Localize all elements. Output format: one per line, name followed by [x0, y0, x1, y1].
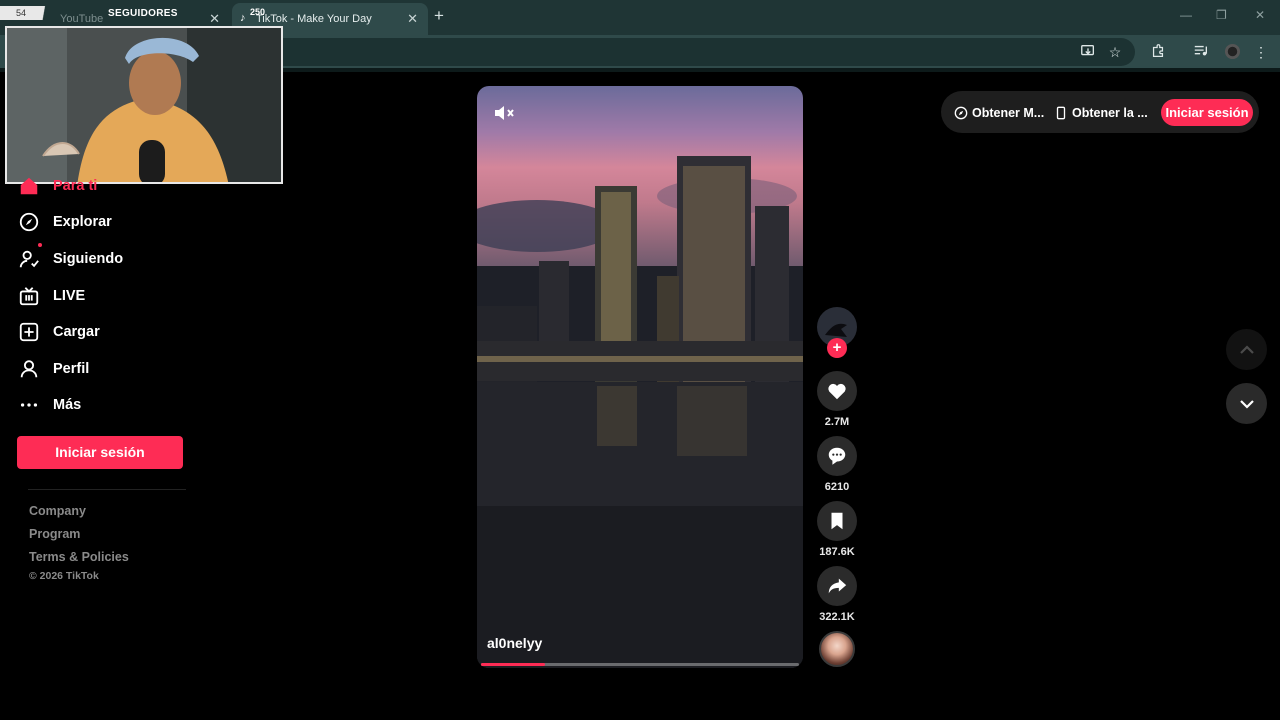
new-tab-button[interactable]: + — [434, 6, 452, 28]
chevron-down-icon — [1239, 399, 1254, 409]
get-mobile-app-link[interactable]: Obtener la ... — [1054, 104, 1148, 122]
live-icon — [19, 287, 39, 306]
tiktok-favicon-icon: ♪ — [240, 12, 246, 24]
followers-count: 250 — [250, 7, 266, 17]
copyright-text: © 2026 TikTok — [29, 570, 99, 582]
sidebar-login-button[interactable]: Iniciar sesión — [17, 436, 183, 469]
sidebar-item-label: Siguiendo — [53, 251, 124, 267]
share-icon — [828, 578, 847, 594]
sidebar-item-siguiendo[interactable]: Siguiendo — [18, 243, 124, 273]
extensions-icon[interactable] — [1149, 43, 1167, 61]
share-button[interactable] — [817, 566, 857, 606]
upload-icon — [19, 322, 39, 342]
comment-count: 6210 — [824, 481, 850, 493]
browser-menu-icon[interactable]: ⋮ — [1252, 43, 1270, 61]
save-button[interactable] — [817, 501, 857, 541]
get-app-link[interactable]: Obtener M... — [954, 104, 1044, 122]
comment-button[interactable] — [817, 436, 857, 476]
footer-link-terms[interactable]: Terms & Policies — [29, 550, 129, 564]
music-disc[interactable] — [819, 631, 855, 667]
share-count: 322.1K — [819, 611, 855, 623]
tab-tiktok-title: TikTok - Make Your Day — [256, 13, 372, 25]
follow-button[interactable]: + — [827, 338, 847, 358]
stream-overlay-bar: 54 SEGUIDORES — [0, 4, 178, 22]
install-app-icon[interactable] — [1079, 43, 1097, 61]
address-bar[interactable] — [250, 38, 1135, 66]
next-video-button[interactable] — [1226, 383, 1267, 424]
video-progress-bar[interactable] — [481, 663, 799, 666]
home-icon — [20, 177, 38, 195]
sidebar-item-mas[interactable]: Más — [18, 391, 81, 419]
sidebar-item-cargar[interactable]: Cargar — [18, 318, 100, 346]
sidebar-item-label: Más — [53, 397, 82, 413]
video-progress-fill — [481, 663, 545, 666]
sidebar-item-perfil[interactable]: Perfil — [18, 355, 89, 383]
restore-icon[interactable]: ❐ — [1216, 8, 1227, 22]
minimize-icon[interactable]: — — [1180, 8, 1192, 22]
compass-small-icon — [954, 106, 968, 120]
get-app-label: Obtener M... — [972, 106, 1045, 120]
like-count: 2.7M — [824, 416, 850, 428]
video-player[interactable] — [477, 86, 803, 668]
sidebar-item-label: Para ti — [53, 178, 98, 194]
top-login-button[interactable]: Iniciar sesión — [1161, 99, 1253, 126]
sidebar-item-label: Explorar — [53, 214, 112, 230]
mute-icon[interactable] — [492, 102, 516, 124]
sidebar-item-label: LIVE — [53, 288, 86, 304]
save-count: 187.6K — [819, 546, 855, 558]
like-button[interactable] — [817, 371, 857, 411]
video-author[interactable]: al0nelyy — [487, 635, 542, 651]
following-icon — [19, 250, 39, 268]
compass-icon — [19, 212, 39, 232]
get-mobile-label: Obtener la ... — [1072, 106, 1148, 120]
bookmark-icon — [831, 512, 843, 530]
webcam-overlay — [5, 26, 283, 184]
profile-avatar-icon[interactable] — [1223, 43, 1241, 61]
footer-link-company[interactable]: Company — [29, 504, 86, 518]
sidebar-item-live[interactable]: LIVE — [18, 282, 85, 310]
sidebar-item-para-ti[interactable]: Para ti — [18, 172, 97, 200]
webcam-feed — [7, 28, 281, 182]
phone-icon — [1056, 106, 1066, 120]
tab-youtube-close-icon[interactable]: ✕ — [209, 11, 220, 27]
sidebar-divider — [28, 489, 186, 490]
footer-link-program[interactable]: Program — [29, 527, 80, 541]
video-frame — [477, 156, 803, 668]
more-icon — [20, 403, 38, 407]
media-control-icon[interactable] — [1192, 43, 1210, 61]
sidebar-item-label: Cargar — [53, 324, 100, 340]
notification-dot — [38, 243, 42, 247]
bookmark-star-icon[interactable]: ☆ — [1106, 43, 1124, 61]
profile-icon — [20, 360, 38, 378]
chevron-up-icon — [1239, 344, 1254, 354]
heart-icon — [828, 383, 846, 400]
followers-label: SEGUIDORES — [108, 7, 178, 19]
previous-video-button[interactable] — [1226, 329, 1267, 370]
sidebar-item-label: Perfil — [53, 361, 90, 377]
tab-tiktok-close-icon[interactable]: ✕ — [407, 11, 418, 27]
overlay-left-tag: 54 — [0, 6, 72, 20]
sidebar-item-explorar[interactable]: Explorar — [18, 208, 112, 236]
comment-icon — [828, 447, 846, 465]
window-close-icon[interactable]: ✕ — [1255, 8, 1265, 22]
